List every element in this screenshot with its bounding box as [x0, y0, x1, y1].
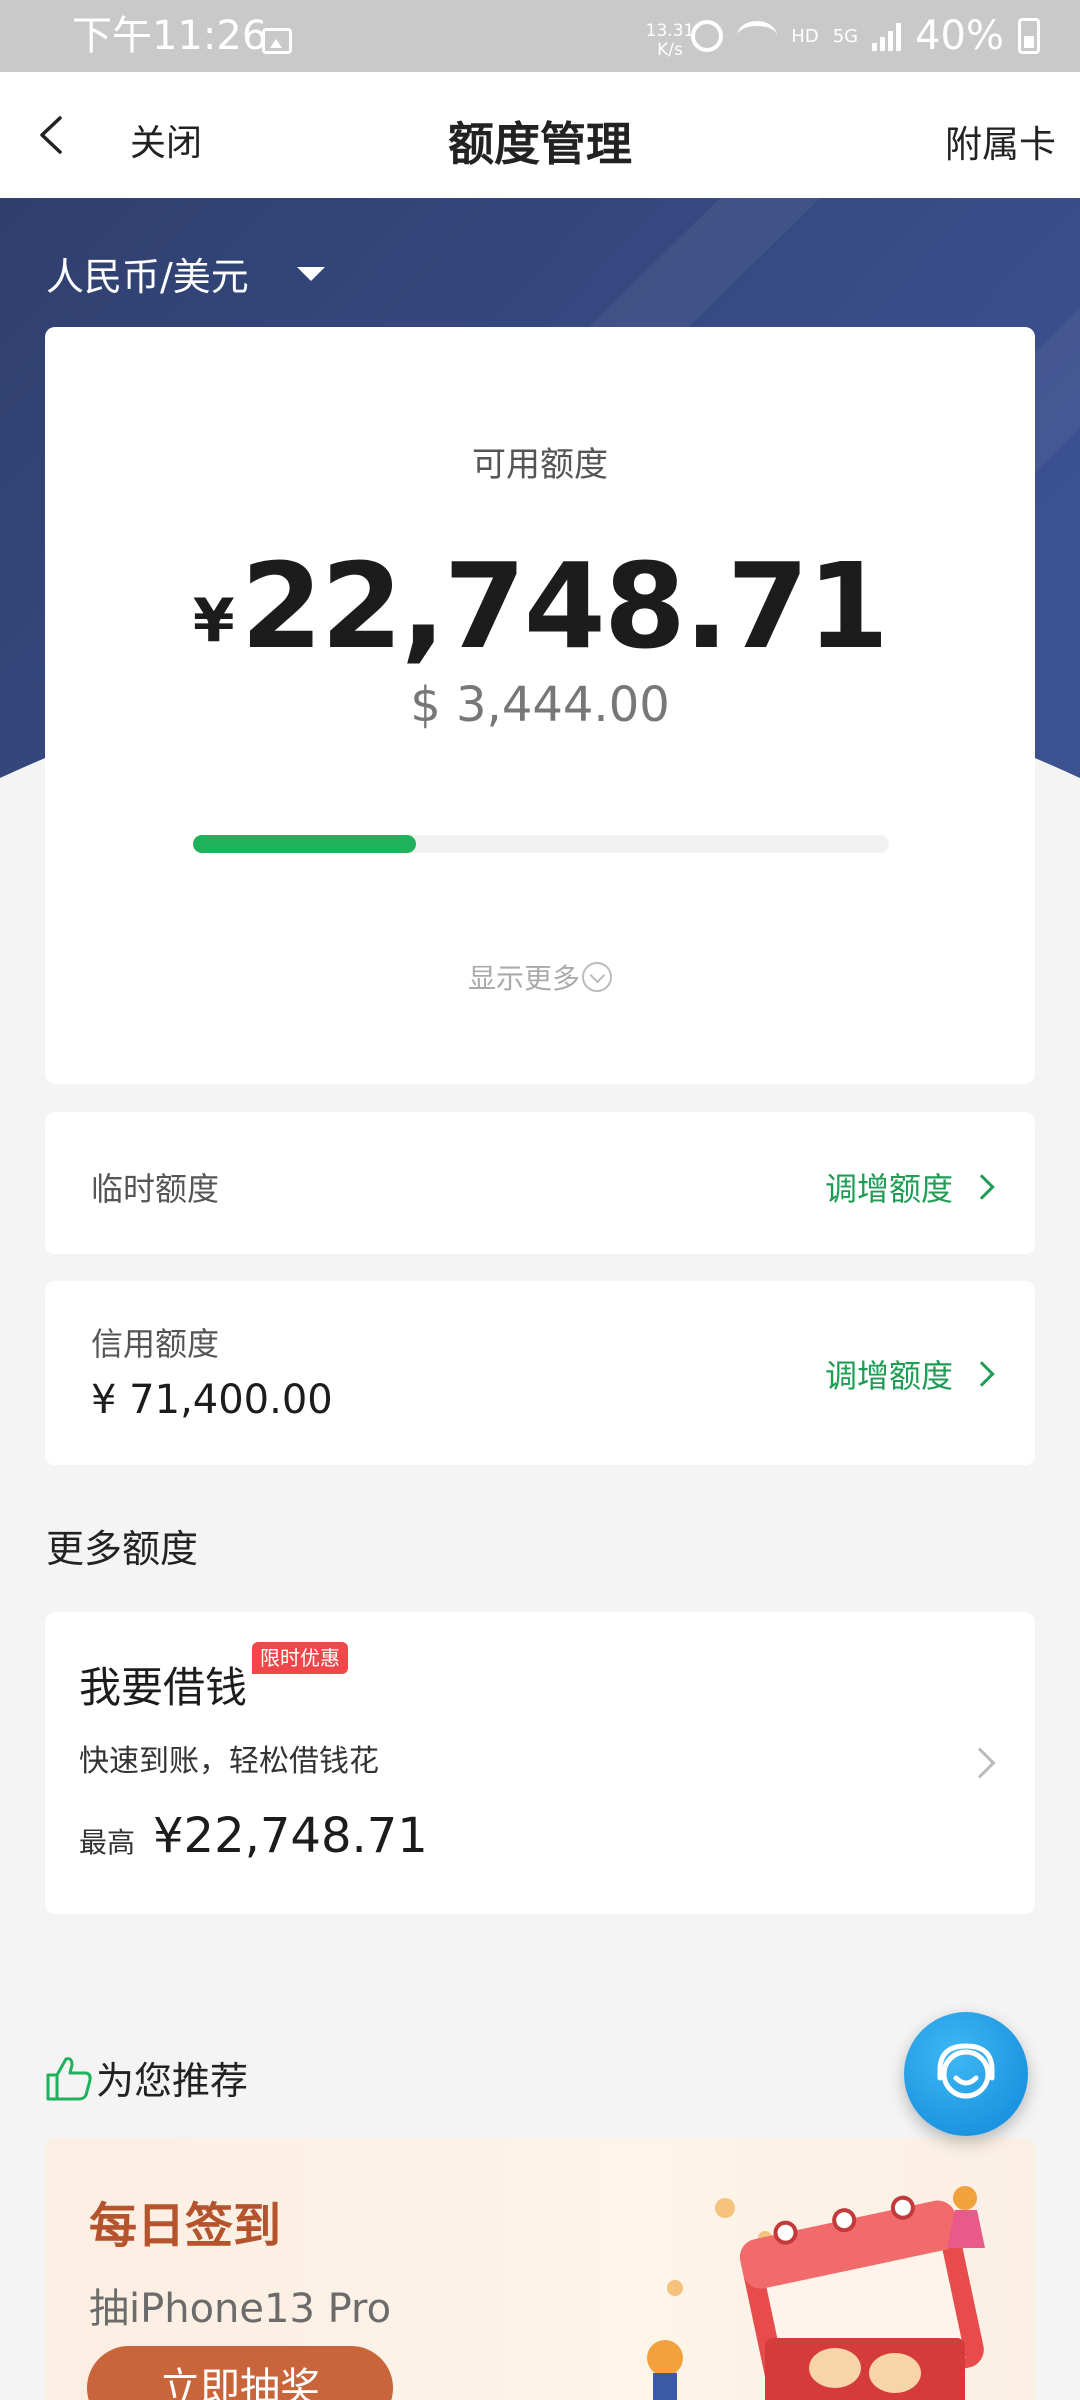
chevron-right-icon — [969, 1174, 995, 1200]
caret-down-icon — [296, 266, 325, 281]
loan-title: 我要借钱 — [79, 1663, 248, 1712]
promo-subtitle: 抽iPhone13 Pro — [89, 2286, 392, 2332]
daily-checkin-banner[interactable]: 每日签到 抽iPhone13 Pro 立即抽奖 — [45, 2138, 1035, 2400]
thumbs-up-icon — [46, 2056, 92, 2100]
available-credit-card: 可用额度 ¥22,748.71 $ 3,444.00 显示更多 — [45, 327, 1035, 1084]
chevron-right-icon — [964, 1747, 996, 1779]
loan-subtitle: 快速到账，轻松借钱花 — [79, 1744, 379, 1779]
customer-support-button[interactable] — [904, 2012, 1028, 2136]
credit-limit-row[interactable]: 信用额度 ¥ 71,400.00 调增额度 — [45, 1281, 1035, 1465]
loan-card[interactable]: 我要借钱 限时优惠 快速到账，轻松借钱花 最高 ¥22,748.71 — [45, 1612, 1035, 1914]
recommend-header: 为您推荐 — [44, 2050, 248, 2105]
chevron-down-circle-icon — [582, 962, 612, 992]
battery-percent: 40% — [915, 13, 1004, 59]
currency-label: 人民币/美元 — [46, 255, 249, 299]
temporary-limit-increase-button[interactable]: 调增额度 — [824, 1164, 995, 1210]
image-notification-icon — [262, 28, 292, 54]
currency-symbol: ¥ — [192, 586, 235, 656]
increase-limit-label: 调增额度 — [824, 1357, 953, 1395]
temporary-limit-label: 临时额度 — [91, 1170, 220, 1208]
calendar-gift-illustration — [647, 2186, 985, 2400]
status-indicators: HD 5G 40% — [691, 13, 1040, 59]
promo-title: 每日签到 — [89, 2198, 282, 2254]
limited-offer-badge: 限时优惠 — [252, 1642, 348, 1674]
increase-limit-label: 调增额度 — [824, 1170, 953, 1208]
credit-limit-value: ¥ 71,400.00 — [91, 1377, 333, 1423]
temporary-limit-row[interactable]: 临时额度 调增额度 — [45, 1112, 1035, 1254]
signal-icon — [872, 21, 902, 51]
supplementary-card-button[interactable]: 附属卡 — [945, 114, 1056, 168]
network-speed-unit: K/s — [657, 40, 683, 60]
available-credit-usd: $ 3,444.00 — [410, 677, 670, 733]
currency-switch[interactable]: 人民币/美元 — [46, 246, 325, 301]
draw-now-button[interactable]: 立即抽奖 — [87, 2346, 393, 2400]
recommend-title: 为您推荐 — [96, 2059, 249, 2103]
network-type: 5G — [832, 25, 859, 47]
hd-indicator: HD — [791, 25, 819, 47]
status-time: 下午11:26 — [72, 13, 268, 59]
credit-limit-increase-button[interactable]: 调增额度 — [824, 1351, 995, 1397]
loan-max-label: 最高 — [79, 1826, 136, 1859]
page-title: 额度管理 — [448, 117, 632, 171]
battery-icon — [1018, 18, 1040, 54]
available-credit-amount: ¥22,748.71 — [45, 537, 1035, 675]
available-credit-label: 可用额度 — [472, 445, 608, 485]
network-speed-value: 13.31 — [645, 21, 695, 41]
show-more-button[interactable]: 显示更多 — [45, 957, 1035, 997]
credit-limit-label: 信用额度 — [91, 1325, 220, 1363]
show-more-label: 显示更多 — [467, 962, 580, 995]
loan-max-value: ¥22,748.71 — [153, 1808, 428, 1864]
available-credit-value: 22,748.71 — [240, 537, 889, 675]
status-bar: 下午11:26 13.31 K/s HD 5G 40% — [0, 0, 1080, 72]
credit-usage-fill — [193, 835, 416, 853]
credit-usage-bar — [193, 835, 889, 853]
network-speed: 13.31 K/s — [642, 22, 698, 60]
nav-bar: 关闭 额度管理 附属卡 — [0, 72, 1080, 198]
chevron-right-icon — [969, 1361, 995, 1387]
more-limits-title: 更多额度 — [46, 1527, 199, 1571]
loan-max-amount: 最高 ¥22,748.71 — [79, 1808, 428, 1864]
headset-icon — [937, 2043, 995, 2099]
wifi-icon — [737, 21, 778, 51]
alarm-icon — [691, 20, 724, 52]
